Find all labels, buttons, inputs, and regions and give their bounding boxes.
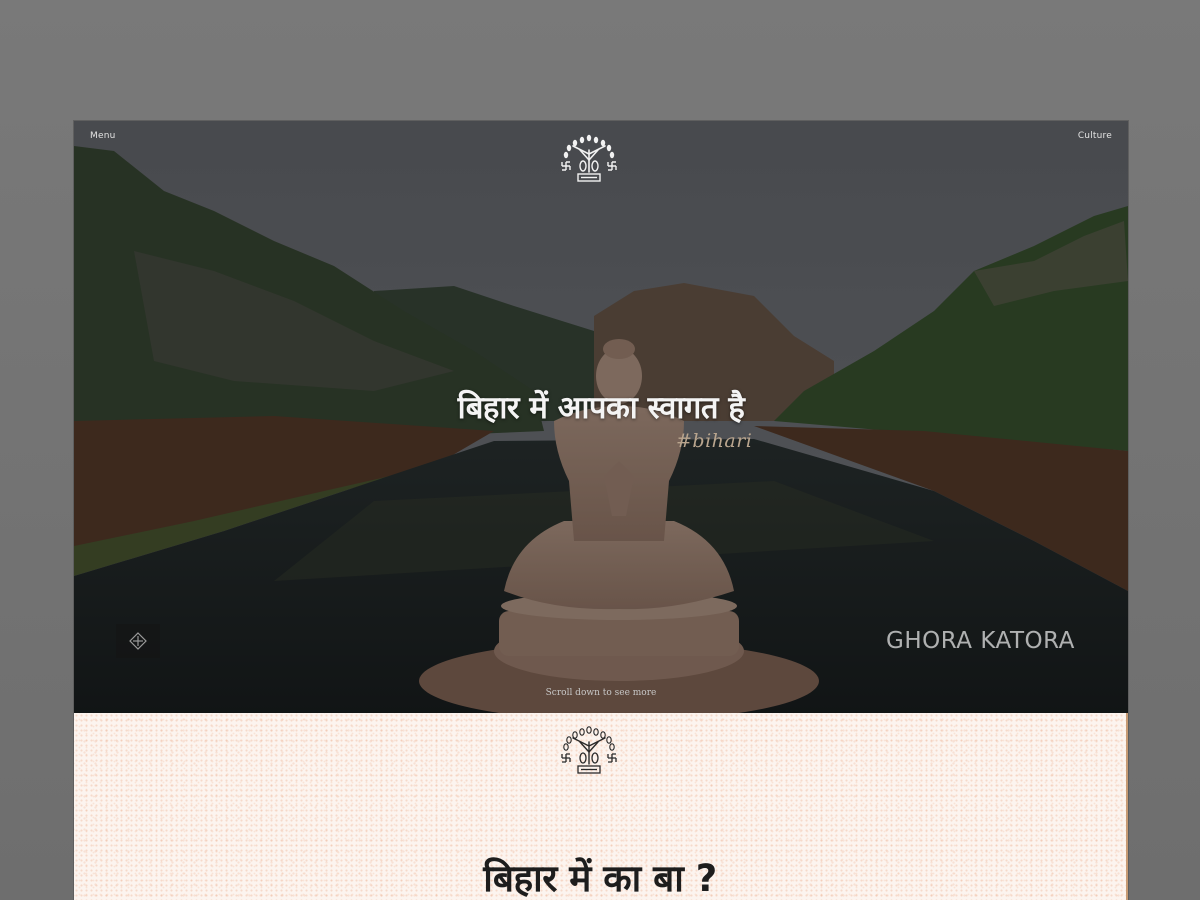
- compass-icon: [129, 632, 147, 650]
- place-label: GHORA KATORA: [886, 628, 1075, 654]
- intro-section: बिहार में का बा ?: [74, 713, 1128, 900]
- culture-link[interactable]: Culture: [1078, 131, 1112, 141]
- bodhi-tree-logo-icon: [561, 726, 617, 774]
- section-title: बिहार में का बा ?: [483, 857, 717, 900]
- slide-nav-button[interactable]: [116, 624, 160, 658]
- site-frame: Menu Culture बिहार में आपका स्वागत है #b…: [74, 121, 1128, 900]
- scroll-hint[interactable]: Scroll down to see more: [74, 688, 1128, 698]
- hero-hashtag: #bihari: [676, 430, 753, 452]
- bodhi-tree-logo-icon[interactable]: [558, 132, 620, 188]
- hero-welcome-title: बिहार में आपका स्वागत है: [457, 390, 745, 426]
- menu-link[interactable]: Menu: [90, 131, 116, 141]
- hero-section: Menu Culture बिहार में आपका स्वागत है #b…: [74, 121, 1128, 713]
